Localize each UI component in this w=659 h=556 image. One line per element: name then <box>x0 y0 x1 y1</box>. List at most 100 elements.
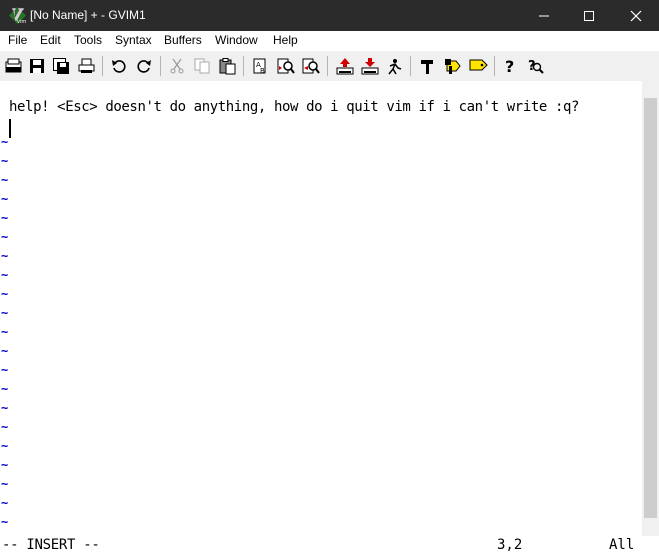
editor-area[interactable]: help! <Esc> doesn't do anything, how do … <box>0 81 642 536</box>
scroll-position: All <box>609 537 635 553</box>
jump-tag-button[interactable] <box>467 54 488 78</box>
maximize-icon <box>584 11 594 21</box>
empty-line-marker: ~ <box>1 306 9 320</box>
find-prev-icon <box>302 58 320 74</box>
toolbar: AB ? ? <box>0 51 659 81</box>
empty-line-marker: ~ <box>1 439 9 453</box>
menu-edit[interactable]: Edit <box>40 33 61 47</box>
empty-line-marker: ~ <box>1 382 9 396</box>
save-all-button[interactable] <box>51 54 71 78</box>
toolbar-separator <box>410 56 411 76</box>
print-icon <box>78 58 95 73</box>
scrollbar-thumb[interactable] <box>644 98 657 518</box>
empty-line-marker: ~ <box>1 173 9 187</box>
help-icon: ? <box>505 58 514 75</box>
find-next-button[interactable] <box>275 54 295 78</box>
text-cursor <box>9 119 11 138</box>
empty-line-marker: ~ <box>1 420 9 434</box>
close-button[interactable] <box>613 0 659 31</box>
find-help-button[interactable]: ? <box>525 54 545 78</box>
maximize-button[interactable] <box>566 0 612 31</box>
help-button[interactable]: ? <box>501 54 521 78</box>
empty-line-marker: ~ <box>1 135 9 149</box>
menu-file[interactable]: File <box>8 33 27 47</box>
empty-line-marker: ~ <box>1 230 9 244</box>
make-button[interactable] <box>417 54 437 78</box>
run-script-icon <box>388 59 402 75</box>
vim-icon: vim <box>9 7 26 25</box>
cut-button[interactable] <box>168 54 188 78</box>
menu-buffers[interactable]: Buffers <box>164 33 202 47</box>
save-all-icon <box>53 58 69 74</box>
toolbar-separator <box>243 56 244 76</box>
save-session-button[interactable] <box>359 54 379 78</box>
menu-window[interactable]: Window <box>215 33 258 47</box>
close-icon <box>630 10 642 22</box>
toolbar-separator <box>102 56 103 76</box>
open-icon <box>5 58 22 73</box>
empty-line-marker: ~ <box>1 515 9 529</box>
open-button[interactable] <box>3 54 23 78</box>
title-bar[interactable]: vim [No Name] + - GVIM1 <box>0 0 659 31</box>
menu-help[interactable]: Help <box>273 33 298 47</box>
empty-line-marker: ~ <box>1 325 9 339</box>
find-help-icon: ? <box>528 59 544 74</box>
replace-icon: AB <box>253 58 266 75</box>
cursor-position: 3,2 <box>497 537 523 553</box>
make-icon <box>421 60 433 74</box>
save-button[interactable] <box>27 54 47 78</box>
save-session-icon <box>361 58 379 75</box>
replace-button[interactable]: AB <box>251 54 271 78</box>
toolbar-separator <box>160 56 161 76</box>
status-line: -- INSERT -- 3,2 All <box>0 536 659 556</box>
undo-icon <box>112 60 126 73</box>
copy-button[interactable] <box>192 54 212 78</box>
find-next-icon <box>277 58 295 74</box>
copy-icon <box>194 58 210 74</box>
redo-icon <box>137 60 151 73</box>
redo-button[interactable] <box>134 54 154 78</box>
empty-line-marker: ~ <box>1 344 9 358</box>
minimize-icon <box>539 15 549 17</box>
empty-line-marker: ~ <box>1 154 9 168</box>
scroll-up-arrow[interactable] <box>642 81 659 98</box>
load-session-icon <box>336 58 354 75</box>
empty-line-marker: ~ <box>1 477 9 491</box>
empty-line-marker: ~ <box>1 496 9 510</box>
window-title: [No Name] + - GVIM1 <box>30 8 146 22</box>
svg-text:?: ? <box>528 59 536 74</box>
editor-line-1: help! <Esc> doesn't do anything, how do … <box>9 99 580 115</box>
toolbar-separator <box>494 56 495 76</box>
empty-line-marker: ~ <box>1 363 9 377</box>
svg-text:vim: vim <box>17 19 26 24</box>
svg-text:B: B <box>260 67 265 75</box>
empty-line-marker: ~ <box>1 458 9 472</box>
run-ctags-button[interactable] <box>442 54 462 78</box>
save-icon <box>30 59 44 73</box>
empty-line-marker: ~ <box>1 192 9 206</box>
menu-bar: File Edit Tools Syntax Buffers Window He… <box>0 31 659 51</box>
paste-button[interactable] <box>217 54 237 78</box>
minimize-button[interactable] <box>521 0 567 31</box>
scroll-down-arrow[interactable] <box>642 519 659 536</box>
svg-text:?: ? <box>505 58 514 75</box>
menu-tools[interactable]: Tools <box>74 33 102 47</box>
mode-indicator: -- INSERT -- <box>2 537 100 553</box>
vertical-scrollbar[interactable] <box>642 81 659 536</box>
paste-icon <box>219 58 236 75</box>
empty-line-marker: ~ <box>1 287 9 301</box>
run-script-button[interactable] <box>384 54 404 78</box>
empty-line-marker: ~ <box>1 401 9 415</box>
jump-tag-icon <box>469 59 488 71</box>
empty-line-marker: ~ <box>1 249 9 263</box>
empty-line-marker: ~ <box>1 211 9 225</box>
print-button[interactable] <box>76 54 96 78</box>
cut-icon <box>170 58 184 74</box>
undo-button[interactable] <box>109 54 129 78</box>
toolbar-separator <box>327 56 328 76</box>
empty-line-marker: ~ <box>1 268 9 282</box>
find-prev-button[interactable] <box>300 54 320 78</box>
load-session-button[interactable] <box>334 54 354 78</box>
run-ctags-icon <box>445 59 461 74</box>
menu-syntax[interactable]: Syntax <box>115 33 152 47</box>
